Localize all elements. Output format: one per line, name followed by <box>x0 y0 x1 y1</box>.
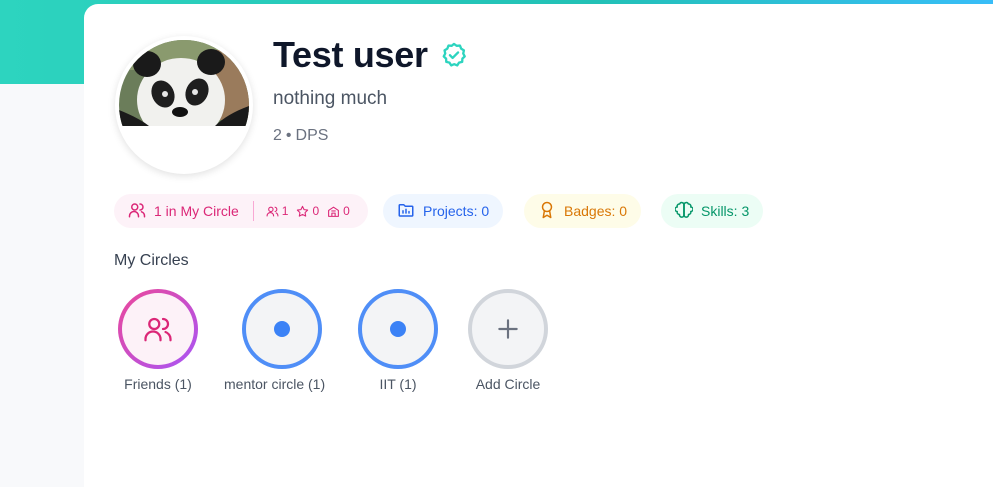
profile-card: Test user nothing much 2 • DPS 1 in My C… <box>84 4 993 487</box>
circle-label: mentor circle (1) <box>224 376 326 392</box>
plus-icon <box>498 319 518 339</box>
star-icon <box>297 205 309 217</box>
skills-label: Skills: 3 <box>701 203 750 219</box>
profile-meta: 2 • DPS <box>273 127 328 145</box>
users-icon <box>144 317 172 342</box>
circle-friends[interactable]: Friends (1) <box>118 289 198 392</box>
circle-stars-count: 0 <box>296 204 319 218</box>
school-icon <box>328 206 340 217</box>
projects-pill[interactable]: Projects: 0 <box>383 194 504 228</box>
circle-iit[interactable]: IIT (1) <box>358 289 438 392</box>
separator-dot: • <box>285 127 292 144</box>
badges-label: Badges: 0 <box>564 203 628 219</box>
add-circle-button[interactable]: Add Circle <box>468 289 548 392</box>
circle-label: Add Circle <box>475 376 541 392</box>
skills-pill[interactable]: Skills: 3 <box>661 194 764 228</box>
avatar[interactable] <box>115 36 253 174</box>
badges-pill[interactable]: Badges: 0 <box>524 194 642 228</box>
panda-avatar-image <box>119 40 249 170</box>
dot-icon <box>273 321 290 337</box>
pill-divider <box>252 201 254 221</box>
circle-label: Friends (1) <box>124 376 192 392</box>
brain-icon <box>674 201 694 222</box>
circle-label: IIT (1) <box>379 376 417 392</box>
award-icon <box>538 201 556 222</box>
verified-badge-icon <box>440 41 468 69</box>
projects-label: Projects: 0 <box>423 203 490 219</box>
circle-mentor-avatar[interactable] <box>241 289 322 369</box>
school-text: DPS <box>295 127 329 144</box>
grade-text: 2 <box>273 127 282 144</box>
circle-buildings-count: 0 <box>327 204 350 218</box>
users-icon <box>128 201 146 222</box>
circle-people-count: 1 <box>266 204 288 218</box>
my-circle-pill[interactable]: 1 in My Circle 1 0 0 <box>114 194 368 228</box>
my-circles-title: My Circles <box>114 252 189 269</box>
circle-iit-avatar[interactable] <box>358 289 438 369</box>
dot-icon <box>390 321 406 337</box>
my-circle-label: 1 in My Circle <box>154 203 239 219</box>
users-small-icon <box>266 206 279 216</box>
add-circle-avatar[interactable] <box>468 289 548 369</box>
circle-friends-avatar[interactable] <box>118 289 198 369</box>
profile-name: Test user <box>273 34 428 75</box>
profile-tagline: nothing much <box>273 88 388 109</box>
circle-mentor[interactable]: mentor circle (1) <box>224 289 325 392</box>
folder-chart-icon <box>397 201 415 222</box>
